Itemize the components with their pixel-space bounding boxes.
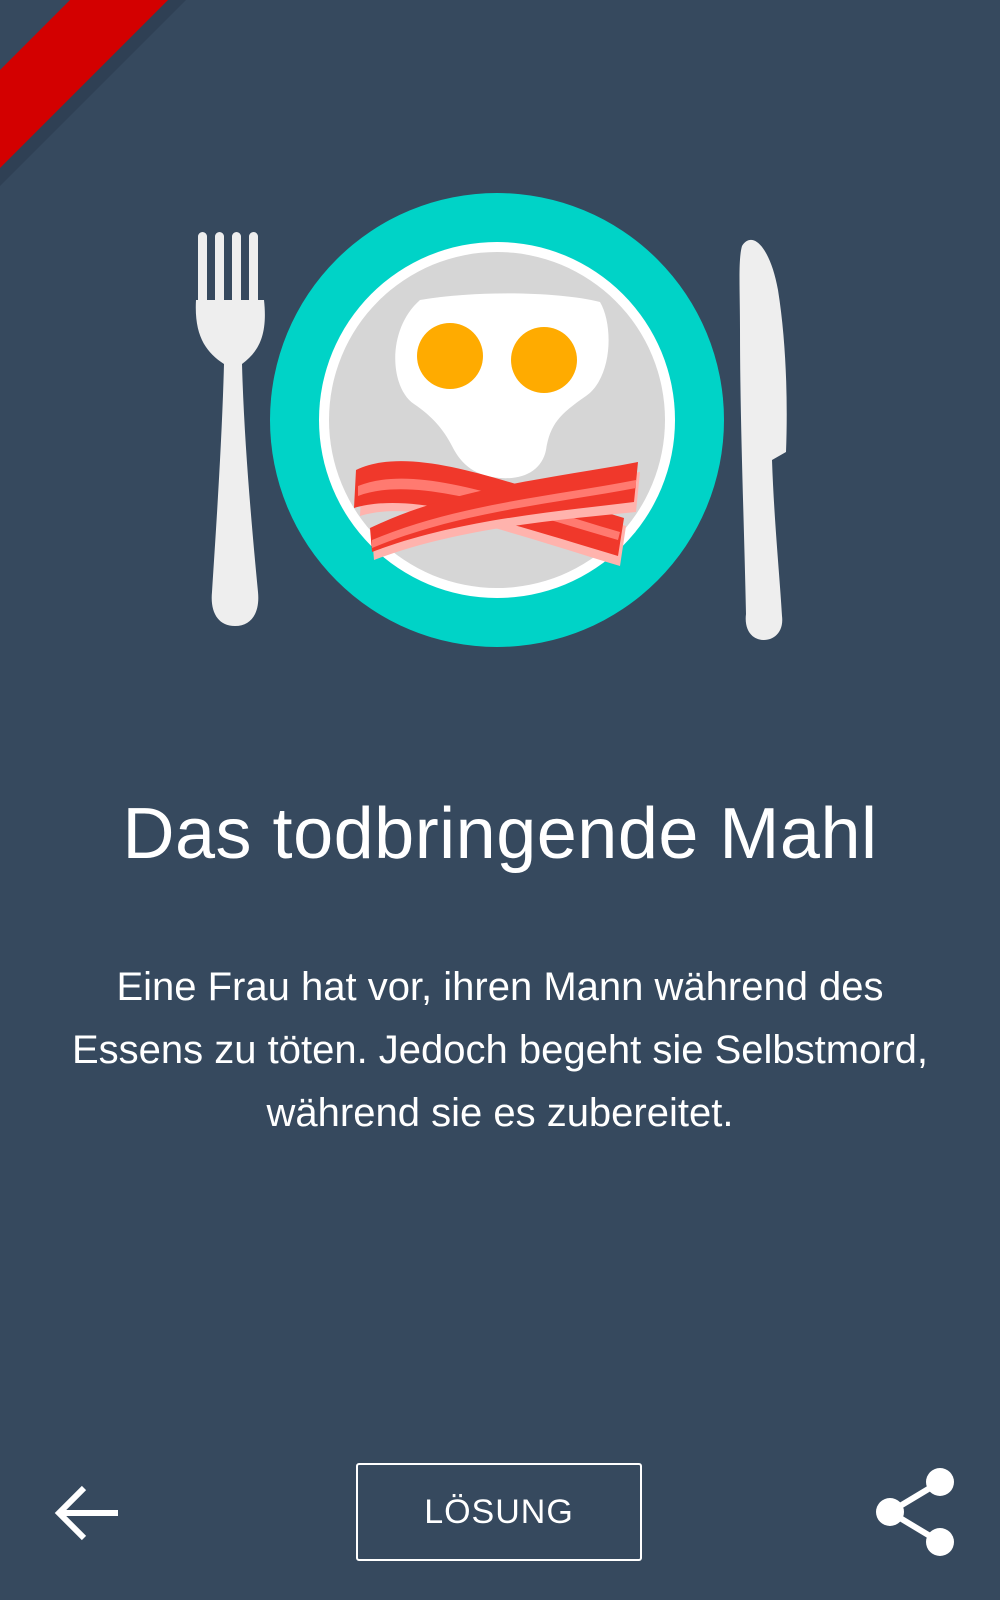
puzzle-screen: Das todbringende Mahl Eine Frau hat vor,… bbox=[0, 0, 1000, 1600]
solution-button[interactable]: LÖSUNG bbox=[356, 1463, 642, 1561]
share-icon bbox=[876, 1468, 954, 1556]
meal-illustration bbox=[195, 193, 787, 647]
puzzle-description: Eine Frau hat vor, ihren Mann während de… bbox=[71, 965, 929, 1135]
knife-icon bbox=[739, 239, 787, 641]
arrow-left-icon bbox=[54, 1485, 118, 1541]
egg-yolk-right-icon bbox=[511, 327, 577, 393]
back-button[interactable] bbox=[44, 1470, 130, 1556]
egg-yolk-left-icon bbox=[417, 323, 483, 389]
share-button[interactable] bbox=[866, 1462, 962, 1558]
fork-icon bbox=[195, 232, 265, 626]
puzzle-title: Das todbringende Mahl bbox=[122, 794, 878, 874]
